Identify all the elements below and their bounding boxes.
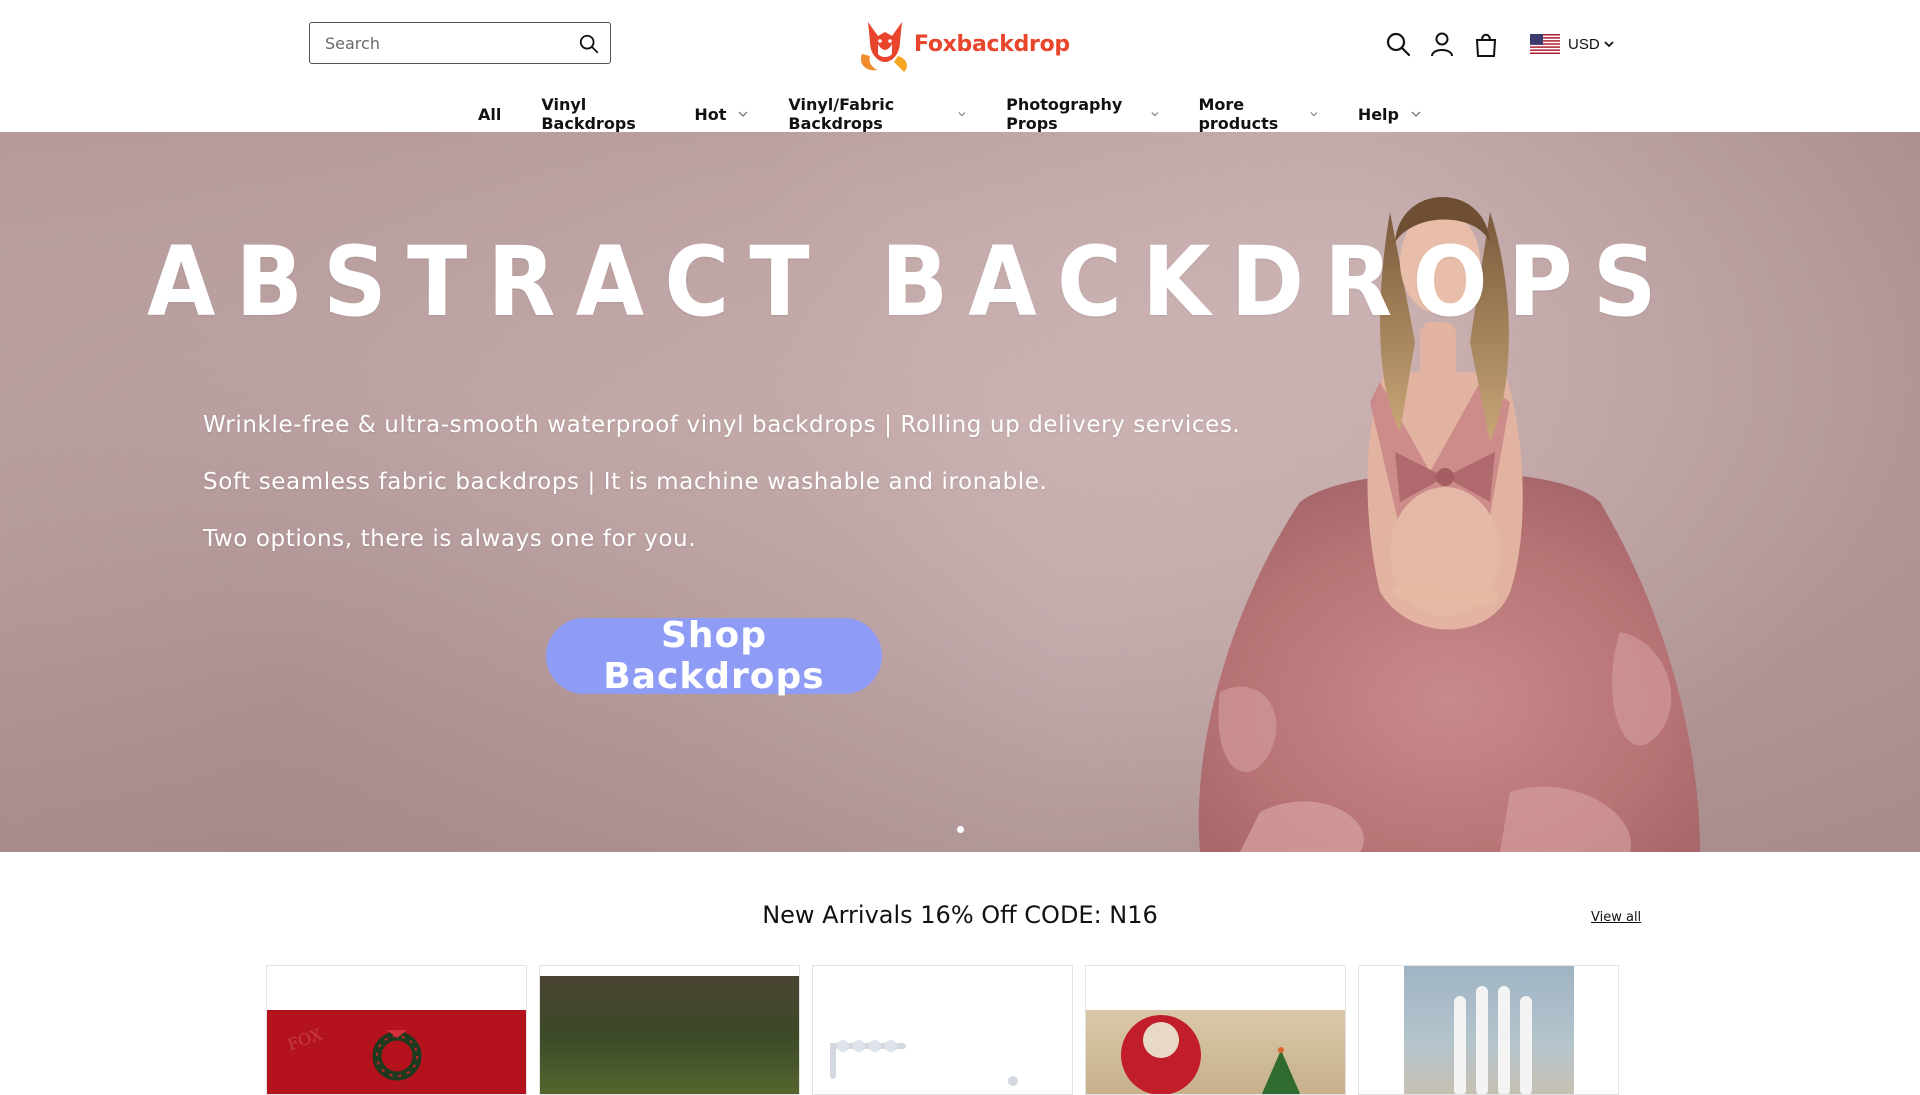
slide-indicator-dot[interactable] — [957, 826, 964, 833]
chevron-down-icon — [738, 111, 748, 117]
product-image — [1404, 966, 1574, 1094]
hero-title: ABSTRACT BACKDROPS — [147, 226, 1677, 338]
account-icon[interactable] — [1428, 30, 1456, 58]
currency-code: USD — [1568, 35, 1600, 53]
search-icon[interactable] — [578, 33, 600, 55]
nav-item-help[interactable]: Help — [1358, 105, 1421, 124]
hero-banner: ABSTRACT BACKDROPS Wrinkle-free & ultra-… — [0, 132, 1920, 852]
product-image — [540, 976, 799, 1094]
product-grid: FOX — [266, 965, 1631, 1095]
shop-backdrops-button[interactable]: Shop Backdrops — [546, 615, 882, 697]
chair-image — [1454, 986, 1532, 1094]
nav-item-more-products[interactable]: More products — [1198, 95, 1318, 133]
product-image — [813, 966, 1072, 1094]
us-flag-icon — [1530, 34, 1560, 54]
chevron-down-icon — [1411, 111, 1421, 117]
chevron-down-icon — [958, 112, 966, 117]
cart-icon[interactable] — [1472, 30, 1500, 58]
product-card[interactable] — [812, 965, 1073, 1095]
nav-item-vinyl-backdrops[interactable]: Vinyl Backdrops — [541, 95, 654, 133]
product-image: FOX — [267, 1010, 526, 1094]
product-card[interactable] — [1085, 965, 1346, 1095]
product-image — [1086, 1010, 1345, 1094]
brand-name: Foxbackdrop — [914, 31, 1070, 57]
nav-item-label: More products — [1198, 95, 1279, 133]
view-all-link[interactable]: View all — [1591, 910, 1641, 925]
product-card[interactable]: FOX — [266, 965, 527, 1095]
hero-line-2: Soft seamless fabric backdrops | It is m… — [203, 469, 1048, 495]
search-input[interactable] — [325, 33, 565, 53]
product-card[interactable] — [539, 965, 800, 1095]
nav-item-label: Vinyl Backdrops — [541, 95, 636, 133]
chevron-down-icon — [1151, 112, 1159, 117]
product-card[interactable] — [1358, 965, 1619, 1095]
fox-logo-icon — [860, 22, 907, 72]
site-header: Foxbackdrop USD All Vinyl Backdrops Hot … — [0, 0, 1920, 136]
nav-item-label: All — [478, 104, 502, 124]
crib-image — [830, 1040, 1018, 1086]
header-actions: USD — [1384, 30, 1614, 58]
hero-line-1: Wrinkle-free & ultra-smooth waterproof v… — [203, 412, 1241, 438]
nav-item-vinyl-fabric-backdrops[interactable]: Vinyl/Fabric Backdrops — [788, 95, 966, 133]
newborn-image — [1121, 1015, 1301, 1094]
search-box[interactable] — [309, 22, 611, 64]
wreath-image — [372, 1030, 422, 1081]
nav-item-label: Help — [1357, 104, 1399, 124]
nav-item-label: Photography Props — [1006, 95, 1123, 133]
nav-item-photography-props[interactable]: Photography Props — [1006, 95, 1159, 133]
nav-item-label: Vinyl/Fabric Backdrops — [788, 95, 895, 133]
chevron-down-icon — [1310, 112, 1318, 117]
hero-line-3: Two options, there is always one for you… — [203, 526, 697, 552]
nav-item-label: Hot — [694, 104, 727, 124]
main-nav: All Vinyl Backdrops Hot Vinyl/Fabric Bac… — [459, 92, 1461, 136]
nav-item-all[interactable]: All — [478, 105, 501, 124]
brand-logo[interactable]: Foxbackdrop — [858, 14, 1070, 74]
chevron-down-icon — [1604, 41, 1614, 48]
search-icon[interactable] — [1384, 30, 1412, 58]
currency-selector[interactable]: USD — [1530, 34, 1614, 54]
nav-item-hot[interactable]: Hot — [694, 105, 748, 124]
